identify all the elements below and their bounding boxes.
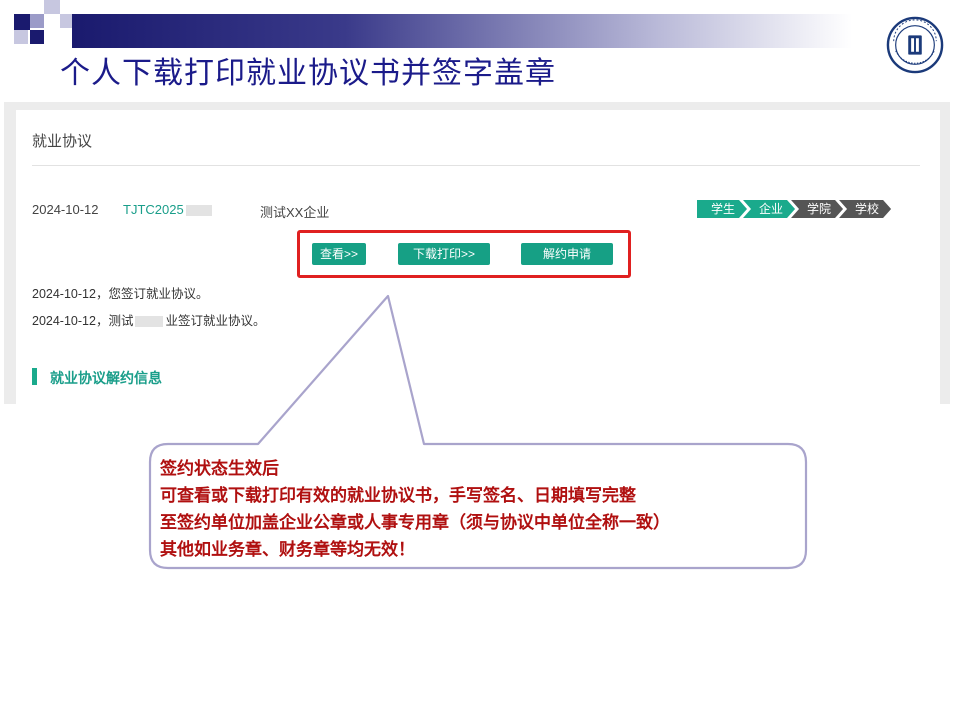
callout-text: 签约状态生效后 可查看或下载打印有效的就业协议书，手写签名、日期填写完整 至签约… (160, 456, 800, 564)
callout-bubble (148, 294, 808, 570)
callout-line: 其他如业务章、财务章等均无效！ (160, 540, 415, 560)
callout-line: 可查看或下载打印有效的就业协议书，手写签名、日期填写完整 (160, 486, 636, 506)
callout-line: 至签约单位加盖企业公章或人事专用章（须与协议中单位全称一致） (160, 513, 670, 533)
callout-line: 签约状态生效后 (160, 459, 279, 479)
